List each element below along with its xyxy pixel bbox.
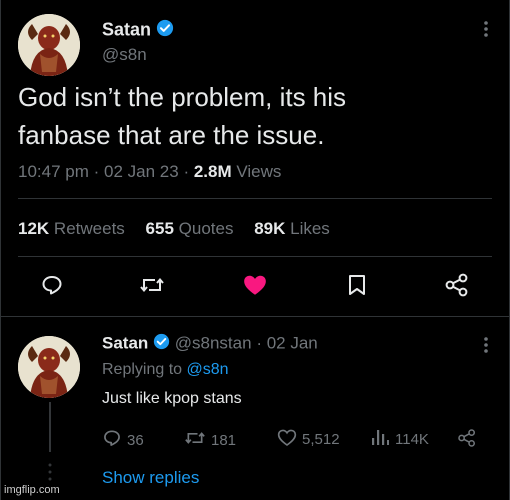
quotes-label: Quotes	[178, 219, 234, 238]
replying-to-link[interactable]: @s8n	[187, 361, 229, 378]
tweet-time[interactable]: 10:47 pm	[18, 162, 89, 181]
reply-like-button[interactable]: 5,512	[277, 428, 340, 451]
reply-views-count: 114K	[395, 430, 429, 448]
retweets-label: Retweets	[53, 219, 125, 238]
likes-count: 89K	[254, 219, 286, 238]
tweet-text-line-1: God isn’t the problem, its his	[18, 82, 347, 112]
reply-text: Just like kpop stans	[102, 390, 242, 407]
retweets-count: 12K	[18, 219, 50, 238]
reply-retweet-button[interactable]: 181	[184, 428, 236, 452]
verified-icon	[156, 19, 174, 42]
meta-separator: ·	[183, 162, 194, 181]
author-avatar[interactable]	[18, 14, 80, 76]
reply-action-bar: 36 181 5,512 114K	[102, 428, 487, 450]
quotes-stat[interactable]: 655 Quotes	[146, 219, 234, 238]
tweet-date[interactable]: 02 Jan 23	[104, 162, 179, 181]
divider	[18, 198, 492, 199]
replying-prefix: Replying to	[102, 361, 183, 378]
author-name-row[interactable]: Satan	[102, 19, 174, 42]
reply-author-name[interactable]: Satan	[102, 333, 148, 352]
reply-separator: ·	[256, 333, 267, 353]
reply-date[interactable]: 02 Jan	[267, 333, 318, 352]
author-handle[interactable]: @s8n	[102, 45, 147, 65]
watermark: imgflip.com	[4, 484, 60, 496]
share-icon[interactable]	[442, 270, 472, 300]
reply-share-button[interactable]	[457, 428, 477, 452]
reply-author-handle[interactable]: @s8nstan	[175, 333, 252, 352]
show-replies-link[interactable]: Show replies	[102, 468, 199, 488]
reply-header: Satan @s8nstan · 02 Jan	[102, 333, 318, 355]
tweet-stats: 12K Retweets 655 Quotes 89K Likes	[18, 219, 346, 239]
divider	[18, 256, 492, 257]
views-icon	[370, 428, 390, 450]
reply-likes-count: 5,512	[302, 431, 340, 448]
likes-label: Likes	[290, 219, 330, 238]
like-icon[interactable]	[240, 270, 270, 300]
reply-views-button[interactable]: 114K	[370, 428, 429, 450]
author-name[interactable]: Satan	[102, 19, 151, 39]
reply-more-icon[interactable]	[483, 336, 489, 354]
tweet-text: God isn’t the problem, its his fanbase t…	[18, 78, 488, 154]
like-icon	[277, 428, 297, 451]
retweet-icon[interactable]	[137, 270, 167, 300]
reply-replies-count: 36	[127, 431, 144, 449]
quotes-count: 655	[145, 219, 174, 238]
tweet-action-bar	[0, 270, 510, 306]
reply-retweets-count: 181	[211, 431, 237, 449]
reply-icon[interactable]	[37, 270, 67, 300]
replying-to: Replying to @s8n	[102, 361, 229, 379]
retweet-icon	[184, 428, 206, 452]
reply-author-avatar[interactable]	[18, 336, 80, 398]
more-icon[interactable]	[483, 20, 489, 38]
thread-line	[49, 402, 51, 452]
tweet-text-line-2: fanbase that are the issue.	[18, 120, 325, 150]
views-count: 2.8M	[193, 162, 232, 181]
retweets-stat[interactable]: 12K Retweets	[18, 219, 125, 238]
likes-stat[interactable]: 89K Likes	[254, 219, 330, 238]
reply-icon	[102, 428, 122, 452]
divider	[0, 316, 510, 317]
reply-reply-button[interactable]: 36	[102, 428, 144, 452]
tweet-meta: 10:47 pm · 02 Jan 23 · 2.8M Views	[18, 162, 281, 182]
bookmark-icon[interactable]	[342, 270, 372, 300]
thread-dots	[47, 462, 53, 485]
meta-separator: ·	[93, 162, 105, 181]
share-icon	[457, 428, 477, 452]
tweet-frame	[0, 0, 510, 500]
verified-icon	[153, 333, 170, 355]
views-label: Views	[236, 162, 282, 181]
